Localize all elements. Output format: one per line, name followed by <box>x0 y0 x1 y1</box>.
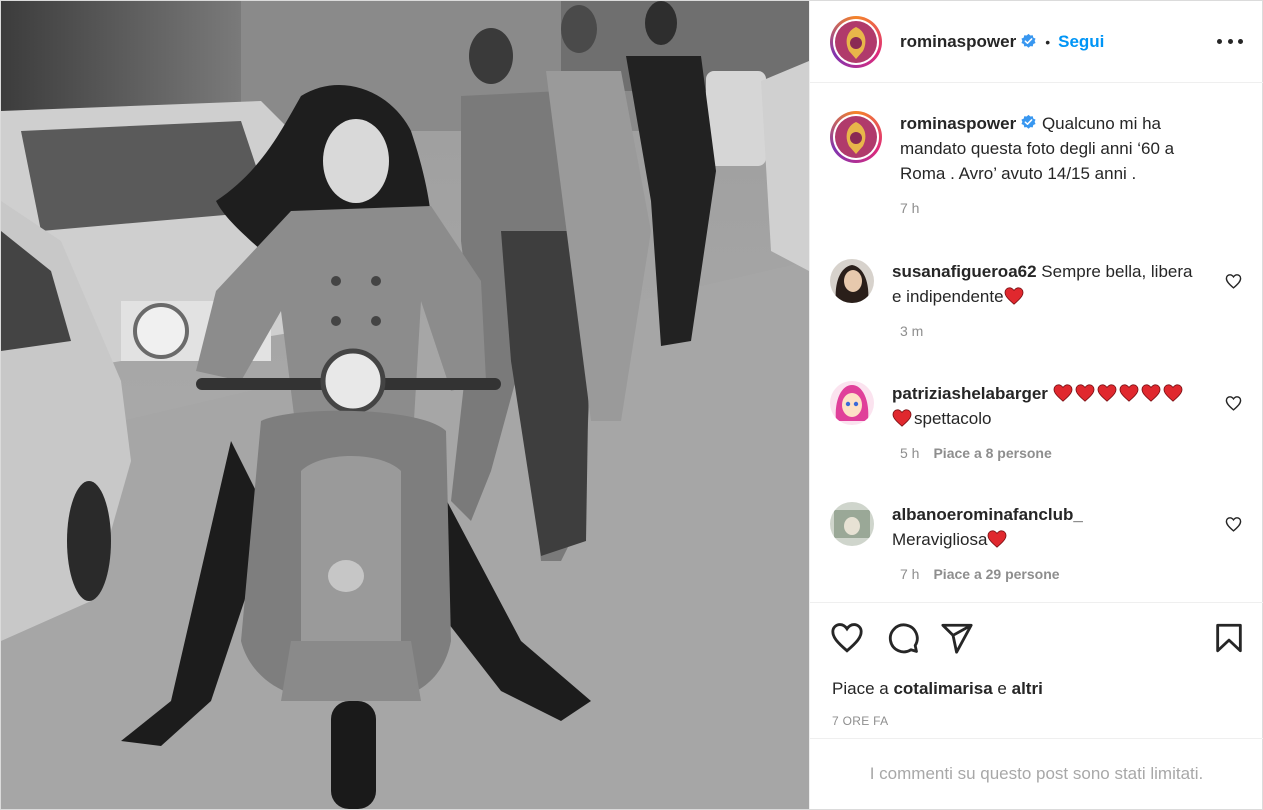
comment-username[interactable]: albanoerominafanclub_ <box>892 505 1083 524</box>
comment-username[interactable]: patriziashelabarger <box>892 384 1048 403</box>
red-heart-emoji-icon <box>1097 384 1117 402</box>
red-heart-emoji-icon <box>1053 384 1073 402</box>
comment-text: patriziashelabarger spettacolo <box>892 381 1197 431</box>
likes-prefix: Piace a <box>832 679 889 698</box>
paper-plane-icon[interactable] <box>940 621 974 655</box>
likes-user[interactable]: cotalimarisa <box>893 679 992 698</box>
comment-item: susanafigueroa62 Sempre bella, libera e … <box>830 259 1242 339</box>
red-heart-emoji-icon <box>1119 384 1139 402</box>
comment-body: Meravigliosa <box>892 530 988 549</box>
verified-badge-icon <box>1021 114 1036 129</box>
comment-text: susanafigueroa62 Sempre bella, libera e … <box>892 259 1197 309</box>
likes-summary: Piace a cotalimarisa e altri <box>832 679 1043 699</box>
caption: rominaspower Qualcuno mi ha mandato ques… <box>830 111 1240 216</box>
comment-likes-count[interactable]: Piace a 8 persone <box>933 445 1051 461</box>
caption-author-avatar[interactable] <box>830 111 882 163</box>
comment-like-heart-icon[interactable] <box>1225 273 1242 290</box>
comment-time[interactable]: 7 h <box>900 566 919 582</box>
caption-text: rominaspower Qualcuno mi ha mandato ques… <box>900 111 1205 186</box>
likes-conj: e <box>997 679 1007 698</box>
caption-time[interactable]: 7 h <box>900 200 919 216</box>
red-heart-emoji-icon <box>1004 287 1023 305</box>
post-timestamp[interactable]: 7 ORE FA <box>832 714 888 728</box>
red-heart-emoji-icon <box>892 409 912 427</box>
red-heart-emoji-icon <box>988 530 1007 548</box>
follow-button[interactable]: Segui <box>1058 32 1104 52</box>
heart-icon[interactable] <box>830 621 864 655</box>
comment-username[interactable]: susanafigueroa62 <box>892 262 1037 281</box>
comment-avatar[interactable] <box>830 259 874 303</box>
comment-text: albanoerominafanclub_ Meravigliosa <box>892 502 1197 552</box>
comment-likes-count[interactable]: Piace a 29 persone <box>933 566 1059 582</box>
instagram-post-window: rominaspower • Segui rominaspower Qualcu… <box>0 0 1263 810</box>
red-heart-emoji-icon <box>1163 384 1183 402</box>
comment-body: spettacolo <box>914 409 992 428</box>
bookmark-icon[interactable] <box>1212 621 1246 655</box>
comments-limited-notice: I commenti su questo post sono stati lim… <box>810 738 1263 809</box>
verified-badge-icon <box>1021 33 1036 48</box>
comment-meta: 3 m <box>900 323 1240 339</box>
comment-item: albanoerominafanclub_ Meravigliosa 7 h P… <box>830 502 1242 582</box>
red-heart-emoji-icon <box>1075 384 1095 402</box>
author-avatar-image <box>835 20 877 63</box>
comment-like-heart-icon[interactable] <box>1225 395 1242 412</box>
author-username[interactable]: rominaspower <box>900 32 1016 52</box>
post-header: rominaspower • Segui <box>810 1 1263 83</box>
comment-time[interactable]: 5 h <box>900 445 919 461</box>
comments-list[interactable]: rominaspower Qualcuno mi ha mandato ques… <box>810 84 1263 602</box>
likes-others[interactable]: altri <box>1012 679 1043 698</box>
post-actions: Piace a cotalimarisa e altri 7 ORE FA <box>810 602 1263 738</box>
post-photo[interactable] <box>1 1 809 809</box>
comment-like-heart-icon[interactable] <box>1225 516 1242 533</box>
comment-meta: 7 h Piace a 29 persone <box>900 566 1240 582</box>
comment-icon[interactable] <box>886 621 920 655</box>
red-heart-emoji-icon <box>1141 384 1161 402</box>
author-avatar[interactable] <box>830 15 882 68</box>
comment-meta: 5 h Piace a 8 persone <box>900 445 1240 461</box>
post-side-panel: rominaspower • Segui rominaspower Qualcu… <box>809 1 1263 809</box>
header-separator: • <box>1045 33 1051 50</box>
more-options-icon[interactable] <box>1217 31 1243 51</box>
post-photo-image <box>1 1 809 809</box>
caption-username[interactable]: rominaspower <box>900 114 1016 133</box>
comment-avatar[interactable] <box>830 502 874 546</box>
comment-time[interactable]: 3 m <box>900 323 923 339</box>
comment-avatar[interactable] <box>830 381 874 425</box>
comment-item: patriziashelabarger spettacolo 5 h Piace… <box>830 381 1242 461</box>
caption-meta: 7 h <box>900 200 1240 216</box>
